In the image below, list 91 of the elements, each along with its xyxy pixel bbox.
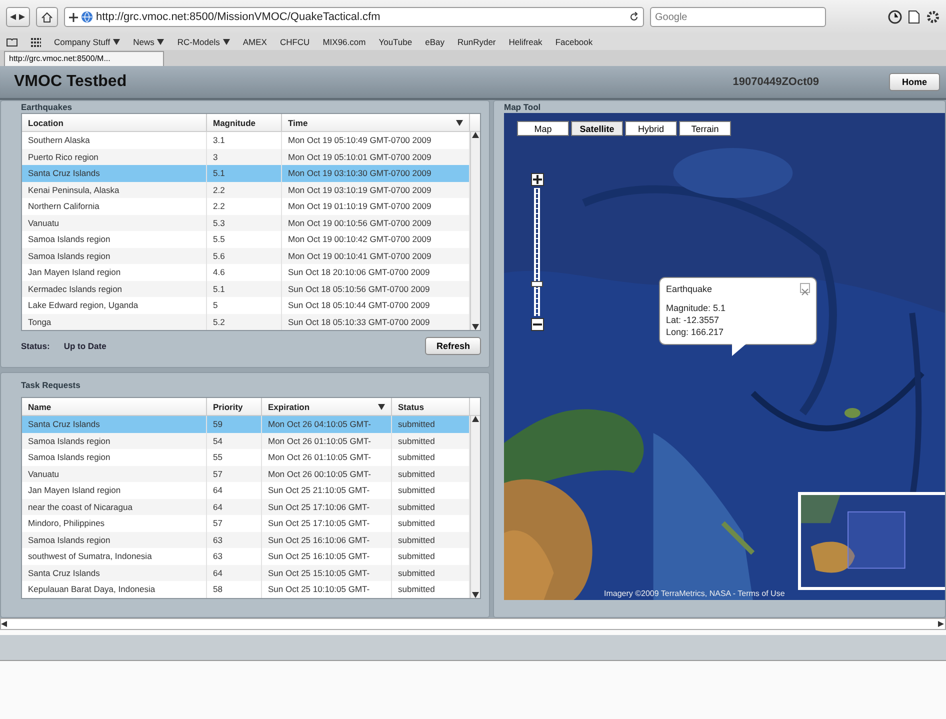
app-title: VMOC Testbed [14,73,128,91]
status-label: Status: [21,341,50,351]
column-header[interactable]: Magnitude [207,114,282,131]
table-row[interactable]: Puerto Rico region 3 Mon Oct 19 05:10:01 GMT-0700 2009 [22,148,470,165]
table-row[interactable]: near the coast of Nicaragua 64 Sun Oct 25 17:10:06 GMT- submitted [22,498,470,515]
close-icon [801,288,809,296]
column-header[interactable]: Status [392,398,470,415]
bookmark-link[interactable]: AMEX [242,37,267,47]
bookmark-link[interactable]: Company Stuff [54,37,120,47]
table-cell: 58 [207,581,262,598]
book-icon[interactable] [6,38,18,46]
plus-icon [69,12,78,22]
panel-title: Earthquakes [21,101,74,113]
column-header[interactable]: Priority [207,398,262,415]
map-attribution: Imagery ©2009 TerraMetrics, NASA - Terms of Use [604,589,785,598]
address-bar[interactable]: http://grc.vmoc.net:8500/MissionVMOC/QuakeTactical.cfm [64,7,644,27]
scrollbar[interactable] [470,132,480,330]
table-row[interactable]: Santa Cruz Islands 59 Mon Oct 26 04:10:05 GMT- submitted [22,416,470,432]
table-cell: 5.2 [207,314,282,330]
caret-icon [113,39,120,45]
column-header[interactable]: Time [282,114,470,131]
popup-title: Earthquake [666,284,714,294]
home-button[interactable]: Home [888,73,940,91]
table-row[interactable]: Samoa Islands region 63 Sun Oct 25 16:10:06 GMT- submitted [22,532,470,548]
table-cell: Tonga [22,314,207,330]
bookmark-link[interactable]: Helifreak [508,37,542,47]
status-value: Up to Date [64,341,106,351]
browser-tab[interactable]: http://grc.vmoc.net:8500/M... [4,51,164,66]
table-row[interactable]: Kenai Peninsula, Alaska 2.2 Mon Oct 19 03:10:19 GMT-0700 2009 [22,182,470,198]
table-row[interactable]: Vanuatu 57 Mon Oct 26 00:10:05 GMT- submitted [22,466,470,482]
page-icon[interactable] [908,10,920,24]
overview-map[interactable] [798,492,945,590]
popup-line: Lat: -12.3557 [666,314,720,326]
date-time-group: 19070449ZOct09 [732,76,819,88]
bookmark-link[interactable]: RC-Models [177,37,230,47]
map-type-button[interactable]: Satellite [571,121,623,136]
zoom-in-button[interactable] [530,173,544,186]
forward-icon [19,14,26,20]
sort-icon [378,404,385,410]
slider-thumb[interactable] [531,281,543,287]
caret-icon [222,39,230,45]
refresh-button[interactable]: Refresh [425,337,481,355]
table-row[interactable]: Samoa Islands region 5.6 Mon Oct 19 00:10:41 GMT-0700 2009 [22,248,470,264]
table-row[interactable]: Tonga 5.2 Sun Oct 18 05:10:33 GMT-0700 2009 [22,314,470,330]
caret-icon [157,39,164,45]
table-row[interactable]: Vanuatu 5.3 Mon Oct 19 00:10:56 GMT-0700 2009 [22,214,470,231]
map-type-button[interactable]: Hybrid [625,121,677,136]
scroll-left-icon [1,621,8,627]
table-row[interactable]: Santa Cruz Islands 5.1 Mon Oct 19 03:10:30 GMT-0700 2009 [22,165,470,182]
home-button[interactable] [36,7,58,27]
back-forward-button[interactable] [6,7,30,27]
scroll-down-icon [472,324,479,330]
bookmark-link[interactable]: MIX96.com [322,37,366,47]
popup-line: Long: 166.217 [666,326,725,338]
zoom-out-button[interactable] [530,318,544,331]
table-cell: Sun Oct 25 10:10:05 GMT- [262,581,392,598]
scrollbar[interactable] [470,416,480,598]
bookmark-link[interactable]: Facebook [555,37,593,47]
scroll-right-icon [938,621,945,627]
scroll-down-icon [472,592,479,598]
settings-icon[interactable] [926,10,940,24]
url-text: http://grc.vmoc.net:8500/MissionVMOC/QuakeTactical.cfm [96,11,382,23]
table-cell: Kepulauan Barat Daya, Indonesia [22,581,207,598]
plus-icon [532,175,542,184]
clock-icon[interactable] [888,10,902,24]
bookmark-link[interactable]: eBay [425,37,444,47]
horizontal-scrollbar[interactable] [0,618,946,630]
column-header[interactable]: Name [22,398,207,415]
table-row[interactable]: Santa Cruz Islands 64 Sun Oct 25 15:10:05 GMT- submitted [22,564,470,581]
reload-icon [629,12,639,22]
column-header[interactable]: Expiration [262,398,392,415]
home-icon [41,12,53,22]
close-button[interactable] [800,283,810,293]
bookmark-link[interactable]: CHFCU [280,37,310,47]
bookmark-link[interactable]: YouTube [378,37,412,47]
bookmark-link[interactable]: News [133,37,164,47]
panel-title: Task Requests [21,379,82,391]
table-row[interactable]: Samoa Islands region 54 Mon Oct 26 01:10:05 GMT- submitted [22,432,470,449]
bookmark-link[interactable]: RunRyder [457,37,496,47]
globe-icon [81,11,93,23]
zoom-slider[interactable] [534,188,540,316]
popup-line: Magnitude: 5.1 [666,302,727,314]
table-row[interactable]: Kermadec Islands region 5.1 Sun Oct 18 05:10:56 GMT-0700 2009 [22,280,470,297]
sort-icon [456,120,463,126]
panel-title: Map Tool [504,101,542,113]
map-type-button[interactable]: Map [517,121,569,136]
back-icon [10,14,17,20]
column-header[interactable]: Location [22,114,207,131]
grid-icon[interactable] [31,38,41,46]
map-type-button[interactable]: Terrain [679,121,731,136]
search-field[interactable]: Google [650,7,826,27]
